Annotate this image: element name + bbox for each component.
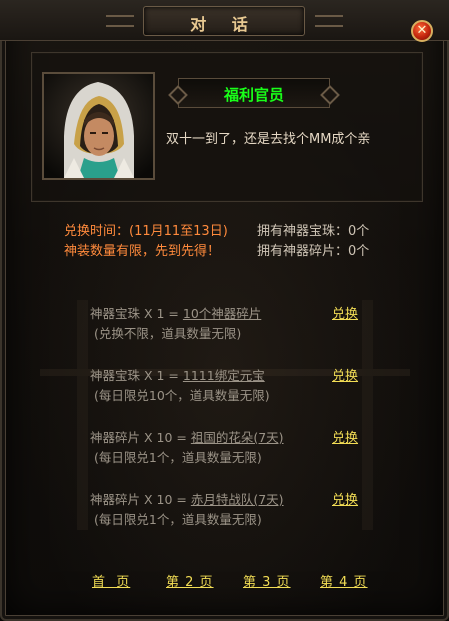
npc-dialogue: 双十一到了，还是去找个MM成个亲 [166, 132, 371, 147]
item-note: (兑换不限，道具数量无限) [94, 326, 242, 341]
item-cost: 神器宝珠 X 1 = [90, 368, 183, 383]
exchange-link[interactable]: 兑换 [332, 365, 358, 384]
page-2-link[interactable]: 第 2 页 [166, 571, 214, 590]
item-note: (每日限兑10个，道具数量无限) [94, 388, 270, 403]
exchange-item: 神器宝珠 X 1 = 1111绑定元宝 [90, 365, 265, 384]
close-button[interactable]: ✕ [411, 20, 433, 42]
exchange-item: 神器宝珠 X 1 = 10个神器碎片 [90, 303, 261, 322]
npc-name: 福利官员 [223, 86, 284, 104]
owned-fragment-count: 拥有神器碎片：0个 [257, 244, 370, 259]
exchange-item: 神器碎片 X 10 = 赤月特战队(7天) [90, 489, 284, 508]
exchange-item: 神器碎片 X 10 = 祖国的花朵(7天) [90, 427, 284, 446]
owned-pearl-count: 拥有神器宝珠：0个 [257, 224, 370, 239]
limited-notice: 神装数量有限，先到先得！ [64, 244, 221, 259]
item-reward: 10个神器碎片 [182, 306, 262, 321]
title-bar: 对 话 [0, 0, 449, 41]
title-ornament-right [315, 15, 343, 27]
exchange-link[interactable]: 兑换 [332, 489, 358, 508]
exchange-time: 兑换时间：(11月11至13日) [64, 224, 228, 239]
exchange-link[interactable]: 兑换 [332, 303, 358, 322]
item-cost: 神器碎片 X 10 = [90, 430, 191, 445]
npc-name-plate: 福利官员 [178, 78, 330, 108]
item-cost: 神器碎片 X 10 = [90, 492, 191, 507]
item-reward: 赤月特战队(7天) [190, 492, 284, 507]
hooded-npc-portrait [44, 74, 153, 178]
close-icon: ✕ [416, 23, 428, 38]
window-title: 对 话 [190, 15, 258, 34]
item-cost: 神器宝珠 X 1 = [90, 306, 183, 321]
item-reward: 祖国的花朵(7天) [190, 430, 284, 445]
npc-avatar [42, 72, 155, 180]
title-plate: 对 话 [143, 6, 305, 36]
item-note: (每日限兑1个，道具数量无限) [94, 450, 262, 465]
item-reward: 1111绑定元宝 [182, 368, 265, 383]
page-3-link[interactable]: 第 3 页 [243, 571, 291, 590]
page-4-link[interactable]: 第 4 页 [320, 571, 368, 590]
item-note: (每日限兑1个，道具数量无限) [94, 512, 262, 527]
page-first-link[interactable]: 首 页 [92, 571, 130, 590]
title-ornament-left [106, 15, 134, 27]
exchange-link[interactable]: 兑换 [332, 427, 358, 446]
